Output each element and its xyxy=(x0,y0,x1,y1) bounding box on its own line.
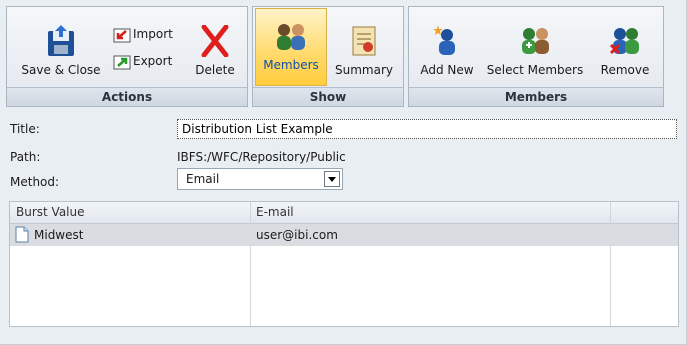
delete-label: Delete xyxy=(195,63,235,77)
remove-label: Remove xyxy=(600,63,650,77)
path-value: IBFS:/WFC/Repository/Public xyxy=(177,150,346,164)
export-button[interactable]: Export xyxy=(111,52,187,72)
title-label: Title: xyxy=(10,122,40,136)
add-new-button[interactable]: Add New xyxy=(413,15,481,81)
summary-icon xyxy=(352,26,376,56)
save-close-button[interactable]: Save & Close xyxy=(11,15,111,81)
members-view-button[interactable]: Members xyxy=(255,8,327,86)
export-label: Export xyxy=(133,54,173,68)
members-icon xyxy=(277,24,305,50)
save-close-label: Save & Close xyxy=(21,63,101,77)
members-view-label: Members xyxy=(263,58,319,72)
delete-x-icon xyxy=(201,25,229,57)
import-label: Import xyxy=(133,27,173,41)
chevron-down-icon[interactable] xyxy=(324,171,340,187)
members-table: Burst Value E-mail Midwest user@ibi.com xyxy=(9,201,679,327)
table-row[interactable]: Midwest user@ibi.com xyxy=(10,224,678,246)
column-header-email[interactable]: E-mail xyxy=(256,205,294,219)
show-group-caption: Show xyxy=(253,87,403,106)
select-members-icon xyxy=(522,28,549,54)
column-divider xyxy=(610,202,611,326)
import-icon xyxy=(113,28,131,43)
column-divider xyxy=(250,202,251,326)
email-cell: user@ibi.com xyxy=(256,228,338,242)
save-icon xyxy=(48,25,74,56)
delete-button[interactable]: Delete xyxy=(187,15,243,81)
members-group-caption: Members xyxy=(409,87,663,106)
add-new-user-icon xyxy=(433,25,455,55)
title-input[interactable] xyxy=(177,119,677,139)
document-icon xyxy=(15,226,29,243)
method-label: Method: xyxy=(10,175,60,189)
column-header-burst-value[interactable]: Burst Value xyxy=(16,205,85,219)
method-select[interactable]: Email xyxy=(177,168,343,190)
summary-label: Summary xyxy=(335,63,393,77)
select-members-button[interactable]: Select Members xyxy=(485,15,585,81)
import-button[interactable]: Import xyxy=(111,25,187,45)
method-selected-value: Email xyxy=(186,172,220,186)
members-group: Add New Select Members Remove Members xyxy=(408,6,664,107)
path-label: Path: xyxy=(10,150,41,164)
table-header: Burst Value E-mail xyxy=(10,202,678,224)
actions-group: Save & Close Import Export Delete Action… xyxy=(6,6,248,107)
add-new-label: Add New xyxy=(420,63,474,77)
summary-button[interactable]: Summary xyxy=(329,15,399,81)
distribution-list-window: Save & Close Import Export Delete Action… xyxy=(0,0,687,345)
remove-button[interactable]: Remove xyxy=(591,15,659,81)
select-members-label: Select Members xyxy=(486,63,584,77)
burst-value-cell: Midwest xyxy=(34,228,84,242)
export-icon xyxy=(113,55,131,70)
remove-members-icon xyxy=(609,28,639,55)
actions-group-caption: Actions xyxy=(7,87,247,106)
show-group: Members Summary Show xyxy=(252,6,404,107)
